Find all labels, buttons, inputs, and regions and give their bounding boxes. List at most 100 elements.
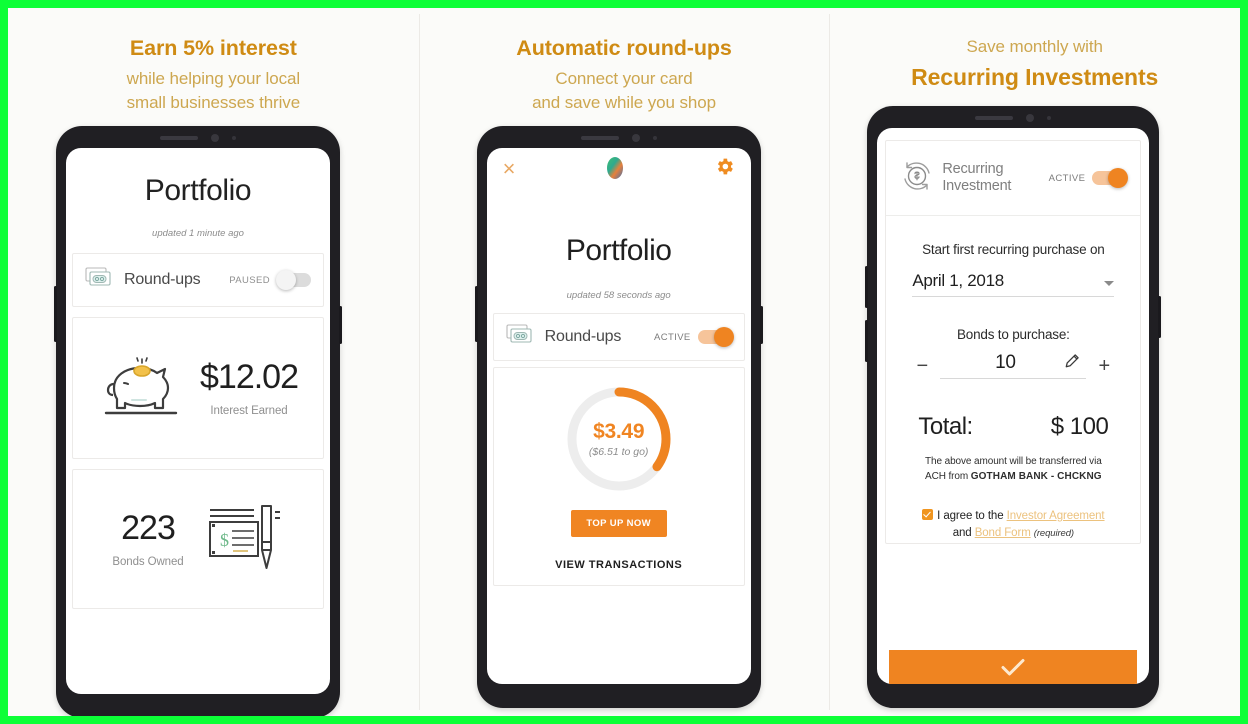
panel2-heading-line3: and save while you shop: [532, 93, 716, 112]
front-camera-icon: [211, 134, 219, 142]
start-date-value: April 1, 2018: [912, 271, 1004, 290]
panel2-heading-line2: Connect your card: [555, 69, 693, 88]
sensor-icon: [652, 136, 657, 140]
sensor-icon: [1047, 116, 1052, 120]
panel-recurring-investments: Save monthly with Recurring Investments: [829, 8, 1240, 716]
recurring-dollar-icon: [900, 159, 934, 198]
panel-automatic-roundups: Automatic round-ups Connect your card an…: [418, 8, 830, 716]
chevron-down-icon: [1104, 281, 1115, 286]
saved-amount: $3.49: [593, 420, 645, 443]
roundups-label: Round-ups: [544, 328, 622, 345]
roundups-toggle-group[interactable]: PAUSED: [229, 270, 311, 290]
interest-earned-caption: Interest Earned: [210, 404, 288, 417]
bonds-owned-value-group: 223 Bonds Owned: [112, 509, 183, 567]
confirm-button[interactable]: [889, 650, 1138, 684]
total-row: Total: $ 100: [912, 413, 1114, 441]
bond-form-link[interactable]: Bond Form: [975, 527, 1031, 539]
roundups-label: Round-ups: [124, 271, 201, 288]
decrement-button[interactable]: −: [912, 356, 932, 376]
toggle-knob: [1108, 168, 1129, 188]
panel-row: Earn 5% interest while helping your loca…: [8, 8, 1240, 716]
interest-earned-value: $12.02: [200, 358, 299, 397]
volume-button[interactable]: [474, 286, 478, 342]
power-button[interactable]: [1158, 296, 1162, 338]
toggle-knob: [276, 270, 296, 290]
last-updated-text: updated 58 seconds ago: [566, 290, 671, 301]
interest-earned-value-group: $12.02 Interest Earned: [200, 358, 299, 417]
bonds-quantity-field[interactable]: 10: [940, 352, 1087, 379]
increment-button[interactable]: +: [1094, 356, 1114, 376]
roundups-toggle[interactable]: [697, 327, 734, 347]
savings-progress-ring: $3.49 ($6.51 to go): [564, 384, 674, 494]
volume-up-button[interactable]: [865, 266, 869, 308]
top-up-now-button[interactable]: TOP UP NOW: [570, 510, 667, 537]
transfer-disclaimer: The above amount will be transferred via…: [912, 455, 1114, 484]
view-transactions-link[interactable]: VIEW TRANSACTIONS: [494, 559, 744, 571]
recurring-form-body: Start first recurring purchase on April …: [886, 216, 1140, 543]
start-date-label: Start first recurring purchase on: [922, 242, 1105, 257]
total-value: $ 100: [1050, 413, 1109, 440]
panel1-heading-line2: while helping your local: [126, 69, 301, 88]
check-pen-icon: $: [200, 498, 284, 581]
roundups-toggle[interactable]: [276, 270, 311, 290]
last-updated-text: updated 1 minute ago: [152, 228, 244, 239]
panel-earn-interest: Earn 5% interest while helping your loca…: [8, 8, 419, 716]
volume-down-button[interactable]: [865, 320, 869, 362]
volume-button[interactable]: [54, 286, 57, 342]
roundups-state-label: ACTIVE: [653, 331, 691, 343]
front-camera-icon: [1026, 114, 1035, 122]
start-date-select[interactable]: April 1, 2018: [912, 271, 1115, 297]
piggy-bank-icon: [98, 348, 184, 429]
interest-earned-card: $12.02 Interest Earned: [72, 317, 324, 459]
bonds-to-purchase-label: Bonds to purchase:: [956, 327, 1070, 342]
agreement-block: I agree to the Investor Agreement and Bo…: [912, 508, 1114, 543]
bonds-owned-value: 223: [121, 509, 176, 548]
agreement-checkbox[interactable]: [922, 509, 934, 520]
disclaimer-line2-prefix: ACH from: [925, 470, 971, 482]
egg-logo-icon: [604, 154, 626, 185]
recurring-title-line2: Investment: [942, 178, 1012, 194]
disclaimer-line1: The above amount will be transferred via: [925, 456, 1102, 467]
sensor-icon: [232, 136, 236, 140]
svg-text:$: $: [220, 530, 229, 550]
roundups-state-label: PAUSED: [229, 274, 270, 286]
phone3-notch: [975, 114, 1052, 122]
recurring-state-label: ACTIVE: [1048, 172, 1086, 184]
speaker-grill-icon: [975, 116, 1014, 120]
portfolio-title: Portfolio: [144, 174, 252, 207]
panel3-heading-line1: Save monthly with: [966, 37, 1103, 56]
power-button[interactable]: [339, 306, 342, 344]
phone-mockup-1: Portfolio updated 1 minute ago Round-ups…: [54, 126, 342, 716]
panel3-heading-line2: Recurring Investments: [911, 64, 1159, 90]
phone-mockup-2: × Portfolio updated 58 seconds ago Round…: [474, 126, 763, 708]
investor-agreement-link[interactable]: Investor Agreement: [1007, 510, 1105, 522]
money-stack-icon: [85, 266, 115, 295]
bonds-quantity-value: 10: [995, 352, 1016, 373]
phone1-screen: Portfolio updated 1 minute ago Round-ups…: [66, 148, 330, 694]
pencil-icon[interactable]: [1064, 353, 1080, 374]
roundups-card[interactable]: Round-ups PAUSED: [72, 253, 324, 307]
showcase-frame: Earn 5% interest while helping your loca…: [8, 8, 1240, 716]
agreement-prefix: I agree to the: [937, 510, 1007, 522]
gear-icon[interactable]: [714, 156, 735, 182]
close-icon[interactable]: ×: [503, 158, 516, 180]
phone3-screen: Recurring Investment ACTIVE Start first …: [877, 128, 1150, 684]
total-label: Total:: [918, 413, 973, 440]
bonds-owned-card: 223 Bonds Owned $: [72, 469, 324, 609]
phone-mockup-3: Recurring Investment ACTIVE Start first …: [865, 106, 1162, 708]
recurring-toggle-group[interactable]: ACTIVE: [1048, 168, 1129, 188]
panel2-heading-line1: Automatic round-ups: [516, 36, 732, 60]
checkmark-icon: [1001, 659, 1025, 676]
speaker-grill-icon: [160, 136, 198, 140]
bonds-quantity-stepper[interactable]: − 10 +: [912, 352, 1114, 379]
agreement-required-note: (required): [1033, 528, 1074, 540]
roundups-card[interactable]: Round-ups ACTIVE: [492, 313, 745, 361]
roundups-toggle-group[interactable]: ACTIVE: [653, 327, 734, 347]
recurring-investment-header: Recurring Investment ACTIVE: [886, 141, 1140, 215]
recurring-title-line1: Recurring: [942, 160, 1004, 177]
agreement-middle: and: [952, 527, 975, 540]
phone2-screen: × Portfolio updated 58 seconds ago Round…: [486, 148, 751, 684]
recurring-toggle[interactable]: [1092, 168, 1129, 188]
ring-center-text: $3.49 ($6.51 to go): [564, 384, 674, 494]
power-button[interactable]: [759, 306, 763, 344]
